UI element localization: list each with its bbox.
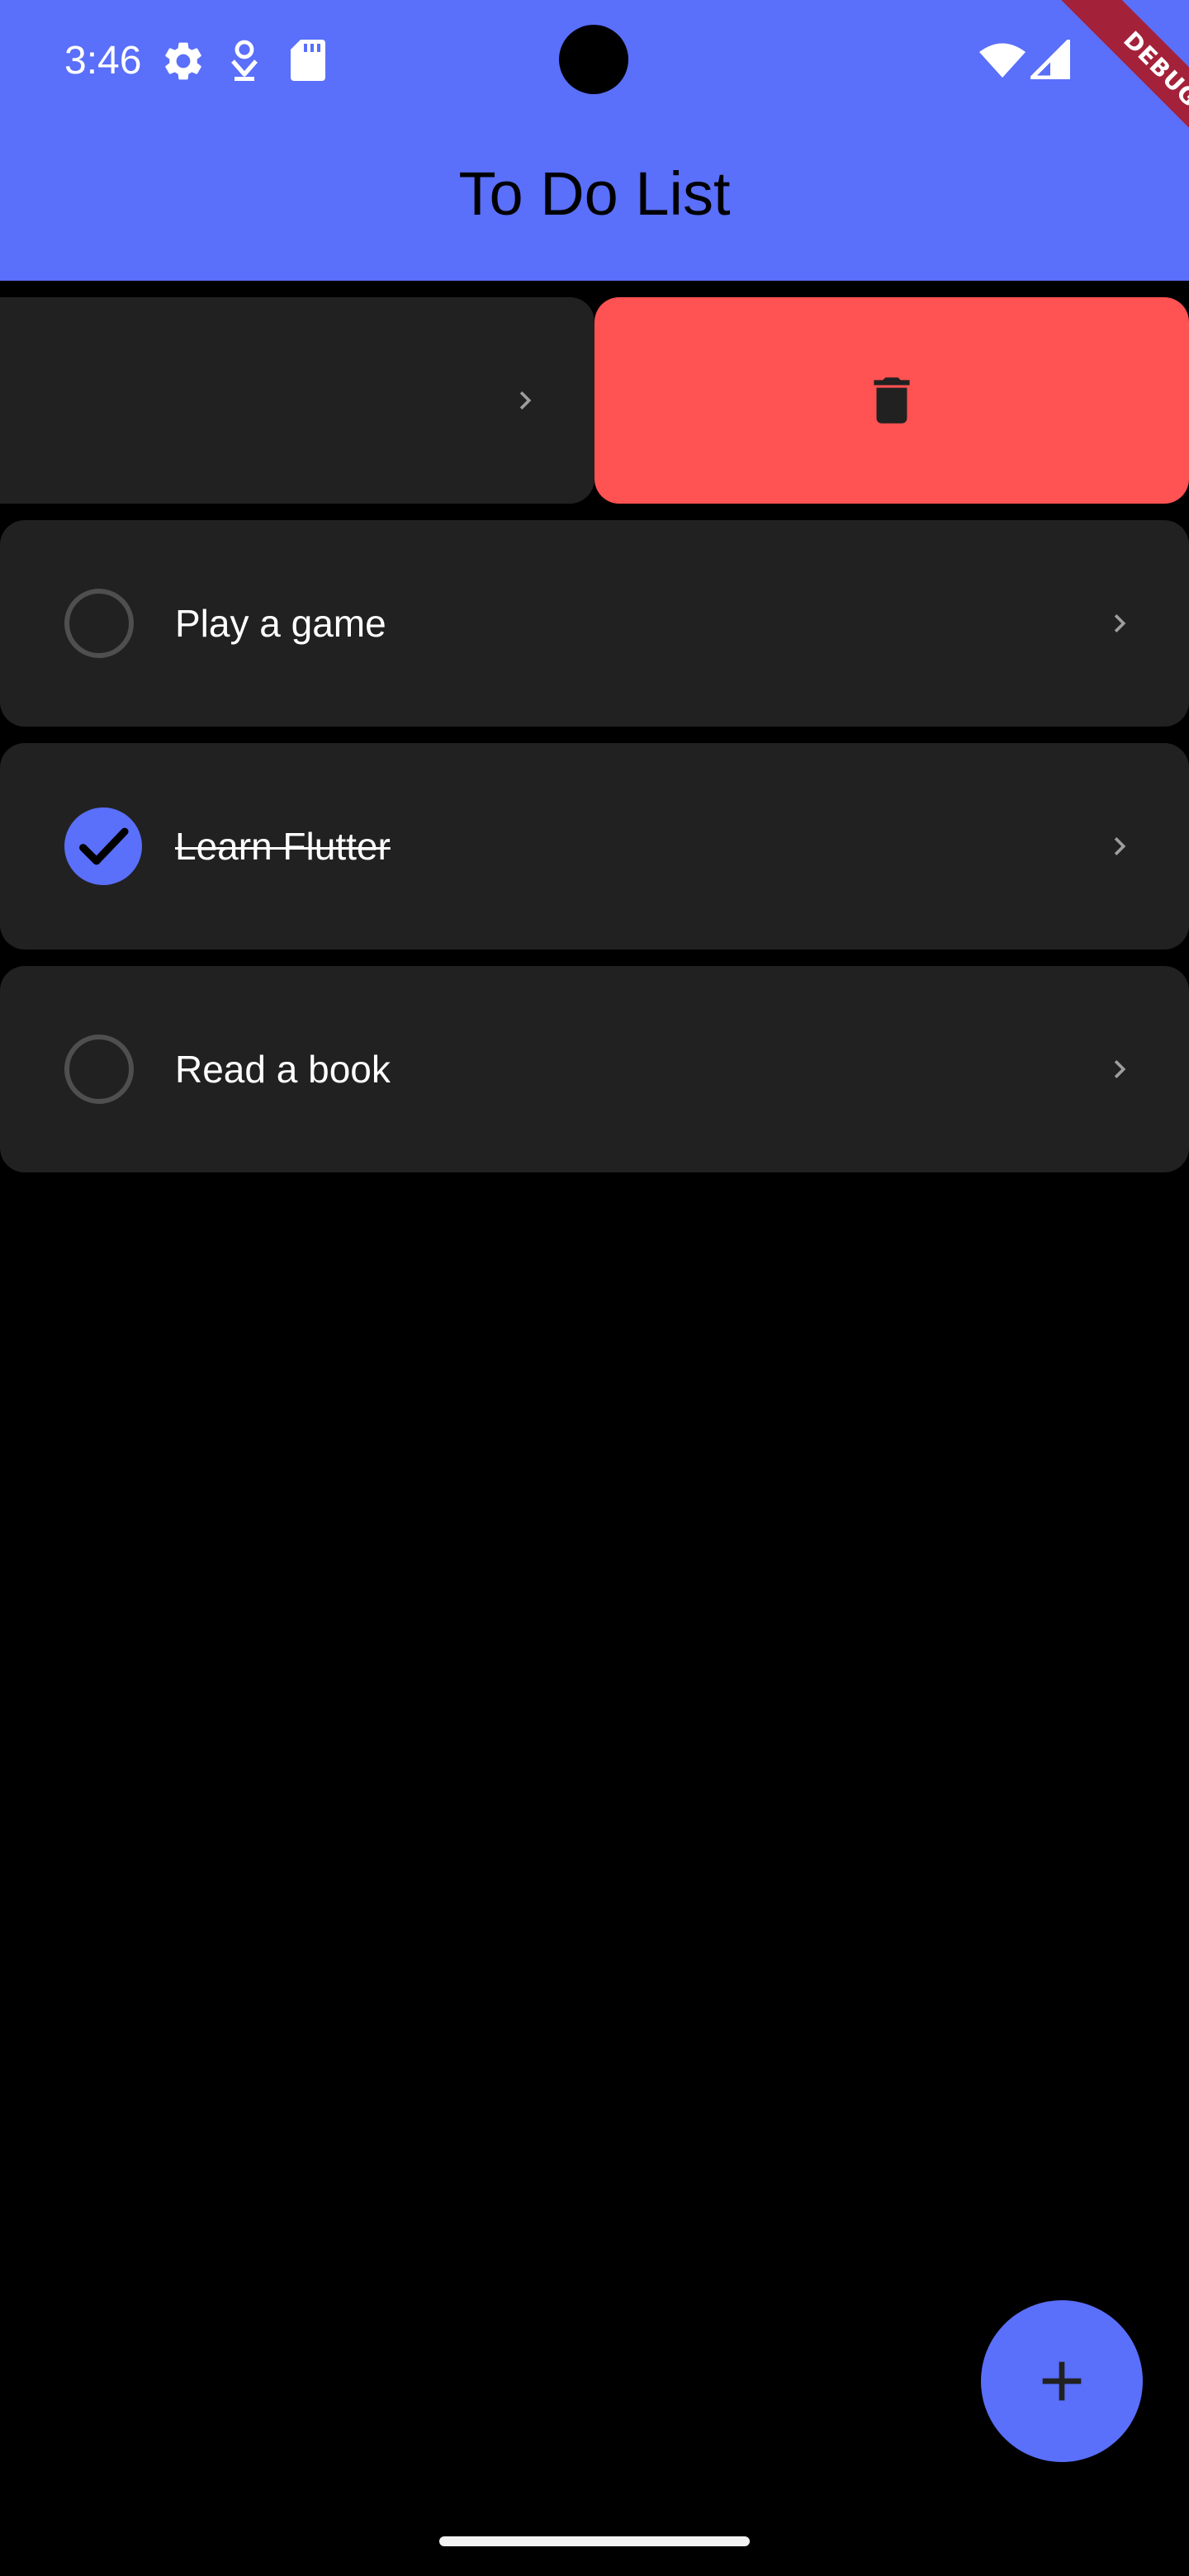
list-item[interactable]: Learn Flutter [0, 743, 1189, 949]
chevron-right-icon[interactable] [507, 382, 543, 419]
plus-icon [1042, 2361, 1082, 2401]
list-item[interactable]: Play a game [0, 520, 1189, 727]
list-item-label: Play a game [175, 602, 386, 645]
check-icon [79, 827, 129, 865]
status-time: 3:46 [64, 39, 142, 83]
checkbox-checked[interactable] [64, 807, 142, 885]
chevron-right-icon[interactable] [1101, 828, 1138, 864]
chevron-right-icon[interactable] [1101, 605, 1138, 642]
notification-icon [231, 40, 258, 81]
add-todo-button[interactable] [981, 2300, 1143, 2462]
home-indicator[interactable] [439, 2536, 750, 2546]
page-title: To Do List [458, 159, 731, 228]
trash-icon[interactable] [861, 367, 922, 433]
chevron-right-icon[interactable] [1101, 1051, 1138, 1087]
checkbox-unchecked[interactable] [64, 589, 134, 658]
sd-card-icon [291, 40, 325, 81]
debug-banner-label: DEBUG [1058, 0, 1189, 173]
list-item-label: Read a book [175, 1048, 391, 1091]
list-item-label: Learn Flutter [175, 825, 391, 868]
settings-icon [165, 42, 201, 80]
camera-cutout [559, 25, 628, 94]
debug-banner: DEBUG [1007, 0, 1189, 182]
app-bar: 3:46 DEBUG To Do List [0, 0, 1189, 281]
list-item-swiped[interactable] [0, 297, 594, 504]
list-item[interactable]: Read a book [0, 966, 1189, 1172]
delete-action-background[interactable] [594, 297, 1189, 504]
checkbox-unchecked[interactable] [64, 1035, 134, 1104]
